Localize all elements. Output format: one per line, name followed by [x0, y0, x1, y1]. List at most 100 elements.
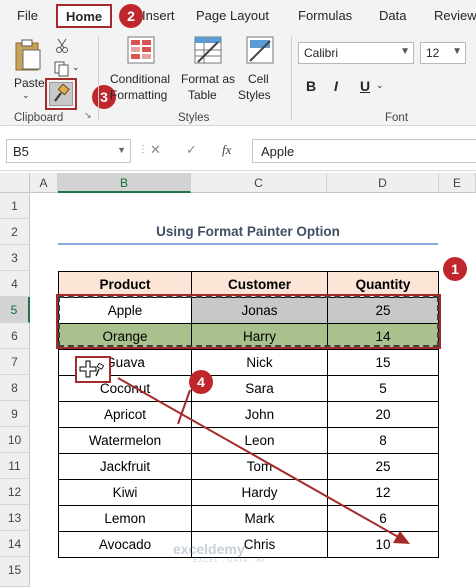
clipboard-group-label: Clipboard: [14, 112, 64, 124]
name-box[interactable]: B5 ▼: [6, 139, 131, 163]
clipboard-launcher-icon[interactable]: ↘: [84, 110, 92, 121]
conditional-formatting-label-2: Formatting: [110, 88, 168, 102]
row-header-4[interactable]: 4: [0, 271, 30, 297]
annotation-1-badge: 1: [443, 257, 467, 281]
tab-page-layout[interactable]: Page Layout: [196, 8, 269, 23]
row-header-5[interactable]: 5: [0, 297, 30, 323]
row-header-8[interactable]: 8: [0, 375, 30, 401]
chevron-down-icon: ▼: [400, 46, 410, 57]
cell-styles-label-1: Cell: [248, 72, 269, 86]
cancel-icon[interactable]: ✕: [150, 142, 161, 158]
annotation-2-badge: 2: [119, 4, 143, 28]
column-header-a[interactable]: A: [30, 173, 58, 193]
table-cell-customer[interactable]: Nick: [191, 349, 328, 376]
row-header-9[interactable]: 9: [0, 401, 30, 427]
column-header-c[interactable]: C: [191, 173, 327, 193]
select-all-corner[interactable]: [0, 173, 30, 193]
table-cell-quantity[interactable]: 6: [327, 505, 439, 532]
table-cell-quantity[interactable]: 8: [327, 427, 439, 454]
tab-review[interactable]: Review: [434, 8, 476, 23]
conditional-formatting-button[interactable]: Conditional Formatting: [108, 36, 174, 106]
format-painter-highlight: [45, 78, 77, 110]
row-header-7[interactable]: 7: [0, 349, 30, 375]
format-as-table-button[interactable]: Format as Table: [180, 36, 236, 106]
paint-cursor-icon: [79, 360, 105, 378]
exceldemy-watermark: exceldemy EXCEL · DATA · BI: [173, 541, 265, 564]
watermark-tagline: EXCEL · DATA · BI: [193, 557, 265, 564]
tab-file[interactable]: File: [17, 8, 38, 23]
column-header-d[interactable]: D: [327, 173, 439, 193]
ribbon-divider: [291, 36, 292, 120]
cut-icon[interactable]: [55, 38, 69, 54]
table-cell-product[interactable]: Avocado: [58, 531, 192, 558]
table-cell-quantity[interactable]: 5: [327, 375, 439, 402]
column-header-b[interactable]: B: [58, 173, 191, 193]
row-header-13[interactable]: 13: [0, 505, 30, 531]
conditional-formatting-icon: [127, 36, 155, 64]
row-header-12[interactable]: 12: [0, 479, 30, 505]
formula-input[interactable]: Apple: [252, 139, 476, 163]
row-header-1[interactable]: 1: [0, 193, 30, 219]
paste-icon: [15, 39, 41, 71]
table-cell-product[interactable]: Watermelon: [58, 427, 192, 454]
format-as-table-label-2: Table: [188, 88, 217, 102]
table-cell-quantity[interactable]: 20: [327, 401, 439, 428]
format-painter-cursor: [75, 356, 111, 383]
chevron-down-icon: ▼: [117, 145, 126, 155]
font-name-value: Calibri: [304, 46, 339, 60]
underline-dropdown-icon[interactable]: ⌄: [376, 80, 384, 91]
cell-styles-label-2: Styles: [238, 88, 271, 102]
selected-rows-highlight: [56, 294, 441, 349]
table-cell-customer[interactable]: Hardy: [191, 479, 328, 506]
chevron-down-icon: ▼: [452, 46, 462, 57]
font-name-select[interactable]: Calibri ▼: [298, 42, 414, 64]
table-cell-customer[interactable]: Tom: [191, 453, 328, 480]
formula-input-value: Apple: [261, 144, 295, 159]
table-cell-customer[interactable]: John: [191, 401, 328, 428]
enter-icon[interactable]: ✓: [186, 142, 197, 158]
table-cell-customer[interactable]: Mark: [191, 505, 328, 532]
table-cell-product[interactable]: Apricot: [58, 401, 192, 428]
table-cell-quantity[interactable]: 15: [327, 349, 439, 376]
row-header-14[interactable]: 14: [0, 531, 30, 557]
table-cell-product[interactable]: Lemon: [58, 505, 192, 532]
annotation-4-badge: 4: [189, 370, 213, 394]
tab-formulas[interactable]: Formulas: [298, 8, 352, 23]
conditional-formatting-label-1: Conditional: [110, 72, 171, 86]
cell-styles-icon: [246, 36, 274, 64]
cell-styles-button[interactable]: Cell Styles: [238, 36, 282, 106]
row-header-10[interactable]: 10: [0, 427, 30, 453]
font-size-select[interactable]: 12 ▼: [420, 42, 466, 64]
styles-group-label: Styles: [178, 112, 210, 124]
table-cell-customer[interactable]: Leon: [191, 427, 328, 454]
paste-button[interactable]: Paste ⌄: [10, 36, 46, 100]
underline-button[interactable]: U: [360, 78, 370, 94]
row-header-11[interactable]: 11: [0, 453, 30, 479]
ribbon: Paste ⌄ ⌄ 3 Clipboard ↘ Conditional Form…: [0, 30, 476, 126]
ribbon-tab-bar: File Home Insert Page Layout Formulas Da…: [0, 0, 476, 30]
tab-data[interactable]: Data: [379, 8, 406, 23]
table-cell-quantity[interactable]: 25: [327, 453, 439, 480]
formula-bar: B5 ▼ ⋮ ✕ ✓ fx Apple: [0, 131, 476, 171]
tab-home[interactable]: Home: [56, 4, 113, 28]
paste-dropdown-icon: ⌄: [22, 90, 30, 100]
row-header-6[interactable]: 6: [0, 323, 30, 349]
table-cell-product[interactable]: Kiwi: [58, 479, 192, 506]
insert-function-icon[interactable]: fx: [222, 142, 231, 158]
format-as-table-icon: [194, 36, 222, 64]
table-cell-quantity[interactable]: 10: [327, 531, 439, 558]
tab-insert[interactable]: Insert: [142, 8, 175, 23]
sheet-title[interactable]: Using Format Painter Option: [58, 219, 438, 245]
italic-button[interactable]: I: [334, 78, 338, 94]
column-header-e[interactable]: E: [439, 173, 476, 193]
table-cell-quantity[interactable]: 12: [327, 479, 439, 506]
table-cell-product[interactable]: Jackfruit: [58, 453, 192, 480]
more-options-icon: ⋮: [138, 144, 148, 155]
copy-dropdown-icon[interactable]: ⌄: [72, 62, 80, 73]
bold-button[interactable]: B: [306, 78, 316, 94]
row-header-2[interactable]: 2: [0, 219, 30, 245]
watermark-name: exceldemy: [173, 541, 245, 557]
copy-icon[interactable]: [54, 61, 70, 77]
row-header-3[interactable]: 3: [0, 245, 30, 271]
row-header-15[interactable]: 15: [0, 557, 30, 587]
